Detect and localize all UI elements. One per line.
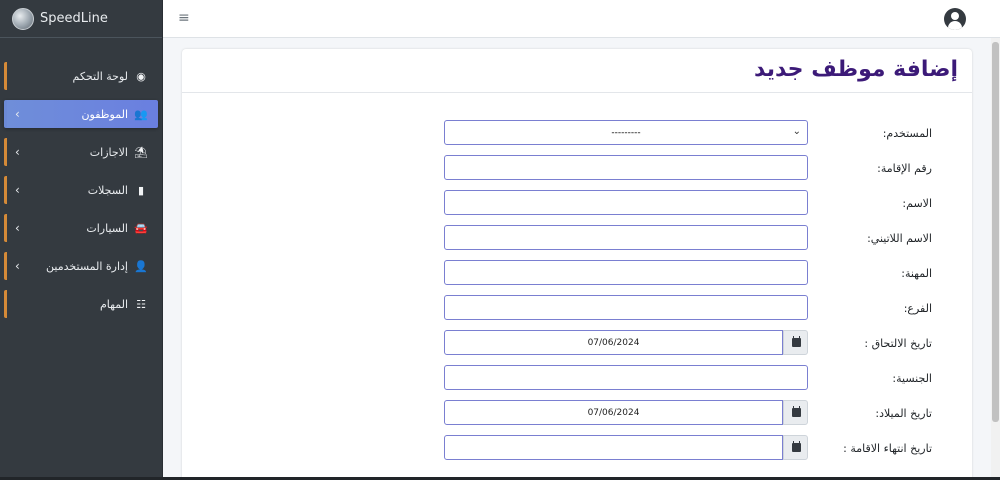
file-icon: ▮: [137, 183, 145, 197]
users-icon: 👥: [134, 107, 148, 121]
field-label: تاريخ انتهاء الاقامة :: [843, 442, 932, 455]
select-value: ---------: [611, 127, 641, 138]
join-date-input[interactable]: 07/06/2024: [444, 330, 783, 355]
calendar-button[interactable]: [783, 435, 808, 460]
sidebar-item-label: الموظفون: [81, 107, 128, 121]
field-label: تاريخ الالتحاق :: [864, 337, 932, 350]
field-label: تاريخ الميلاد:: [875, 407, 932, 420]
sidebar-nav: ◉ لوحة التحكم 👥 الموظفون ‹ ⛱ الاجازات ‹ …: [4, 62, 158, 328]
calendar-icon: [792, 406, 801, 417]
chevron-down-icon: ⌄: [792, 126, 801, 137]
field-label: المستخدم:: [882, 127, 932, 140]
birth-date-input[interactable]: 07/06/2024: [444, 400, 783, 425]
form-row-profession: المهنة:: [182, 260, 972, 290]
tasks-icon: ☷: [136, 297, 146, 311]
brand-name: SpeedLine: [40, 11, 108, 26]
sidebar: SpeedLine ◉ لوحة التحكم 👥 الموظفون ‹ ⛱ ا…: [0, 0, 163, 480]
sidebar-item-label: لوحة التحكم: [72, 69, 128, 83]
sidebar-item-label: المهام: [100, 297, 128, 311]
card-header: إضافة موظف جديد: [182, 49, 972, 93]
form-card: إضافة موظف جديد المستخدم: --------- ⌄ رق…: [182, 49, 972, 480]
sidebar-item-label: الاجازات: [89, 145, 128, 159]
field-label: الاسم اللاتيني:: [867, 232, 932, 245]
form-row-nationality: الجنسية:: [182, 365, 972, 395]
user-account-icon[interactable]: [944, 8, 966, 30]
field-label: المهنة:: [901, 267, 932, 280]
chevron-left-icon: ‹: [15, 259, 20, 273]
sidebar-item-user-management[interactable]: 👤 إدارة المستخدمين ‹: [4, 252, 158, 280]
sidebar-item-vacations[interactable]: ⛱ الاجازات ‹: [4, 138, 158, 166]
calendar-icon: [792, 441, 801, 452]
calendar-button[interactable]: [783, 400, 808, 425]
brand[interactable]: SpeedLine: [0, 0, 162, 38]
sidebar-item-dashboard[interactable]: ◉ لوحة التحكم: [4, 62, 158, 90]
branch-input[interactable]: [444, 295, 808, 320]
form-row-latin-name: الاسم اللاتيني:: [182, 225, 972, 255]
topbar: ≡: [163, 0, 1000, 38]
chevron-left-icon: ‹: [15, 183, 20, 197]
calendar-icon: [792, 336, 801, 347]
form-row-birth-date: تاريخ الميلاد: 07/06/2024: [182, 400, 972, 430]
sidebar-item-label: السيارات: [86, 221, 128, 235]
sidebar-item-tasks[interactable]: ☷ المهام: [4, 290, 158, 318]
sidebar-item-label: السجلات: [87, 183, 128, 197]
chevron-left-icon: ‹: [15, 107, 20, 121]
name-input[interactable]: [444, 190, 808, 215]
umbrella-beach-icon: ⛱: [134, 145, 148, 159]
profession-input[interactable]: [444, 260, 808, 285]
form-row-join-date: تاريخ الالتحاق : 07/06/2024: [182, 330, 972, 360]
hamburger-menu-icon[interactable]: ≡: [178, 10, 190, 26]
residence-expiry-date-input[interactable]: [444, 435, 783, 460]
residence-number-input[interactable]: [444, 155, 808, 180]
page-title: إضافة موظف جديد: [754, 57, 958, 82]
form-row-residence-expiry: تاريخ انتهاء الاقامة :: [182, 435, 972, 465]
sidebar-item-cars[interactable]: 🚘 السيارات ‹: [4, 214, 158, 242]
field-label: رقم الإقامة:: [877, 162, 932, 175]
chevron-left-icon: ‹: [15, 145, 20, 159]
brand-logo: [12, 7, 34, 30]
dashboard-icon: ◉: [136, 69, 146, 83]
sidebar-item-employees[interactable]: 👥 الموظفون ‹: [4, 100, 158, 128]
form-row-name: الاسم:: [182, 190, 972, 220]
sidebar-item-records[interactable]: ▮ السجلات ‹: [4, 176, 158, 204]
form-row-user: المستخدم: --------- ⌄: [182, 120, 972, 150]
field-label: الفرع:: [903, 302, 932, 315]
user-cog-icon: 👤: [134, 259, 148, 273]
nationality-input[interactable]: [444, 365, 808, 390]
chevron-left-icon: ‹: [15, 221, 20, 235]
latin-name-input[interactable]: [444, 225, 808, 250]
field-label: الجنسية:: [892, 372, 932, 385]
car-icon: 🚘: [134, 221, 148, 235]
sidebar-item-label: إدارة المستخدمين: [46, 259, 128, 273]
user-select[interactable]: --------- ⌄: [444, 120, 808, 145]
form-row-residence-number: رقم الإقامة:: [182, 155, 972, 185]
form-row-branch: الفرع:: [182, 295, 972, 325]
scrollbar[interactable]: [991, 38, 1000, 480]
field-label: الاسم:: [902, 197, 932, 210]
calendar-button[interactable]: [783, 330, 808, 355]
scrollbar-thumb[interactable]: [992, 42, 999, 422]
